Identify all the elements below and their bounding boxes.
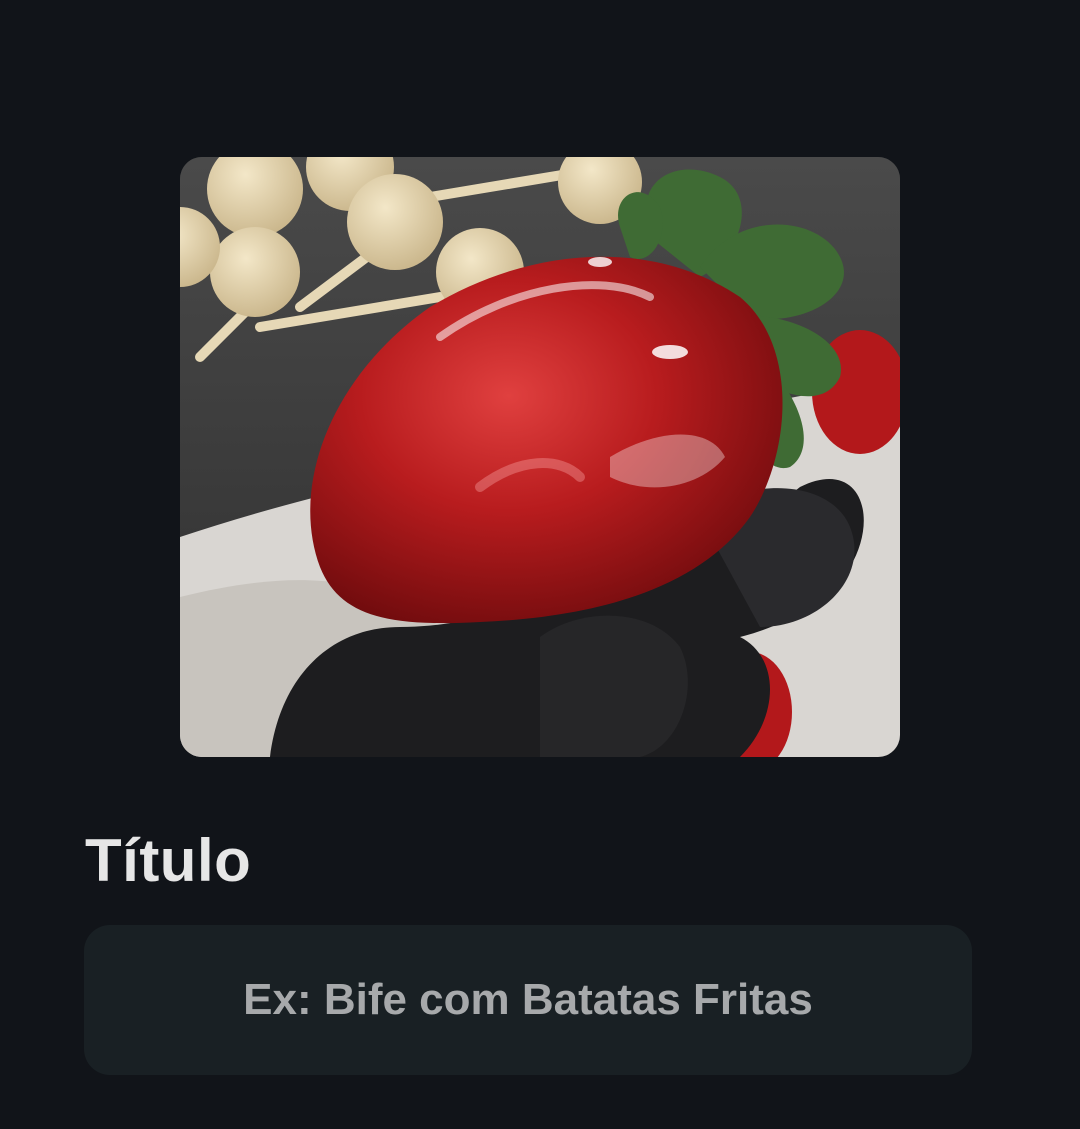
title-input-placeholder: Ex: Bife com Batatas Fritas xyxy=(243,975,813,1024)
title-input[interactable]: Ex: Bife com Batatas Fritas xyxy=(84,925,972,1075)
recipe-photo[interactable] xyxy=(180,157,900,757)
recipe-form-screen: Título Ex: Bife com Batatas Fritas xyxy=(0,0,1080,1129)
title-field-label: Título xyxy=(85,827,252,894)
strawberry-photo-illustration xyxy=(180,157,900,757)
